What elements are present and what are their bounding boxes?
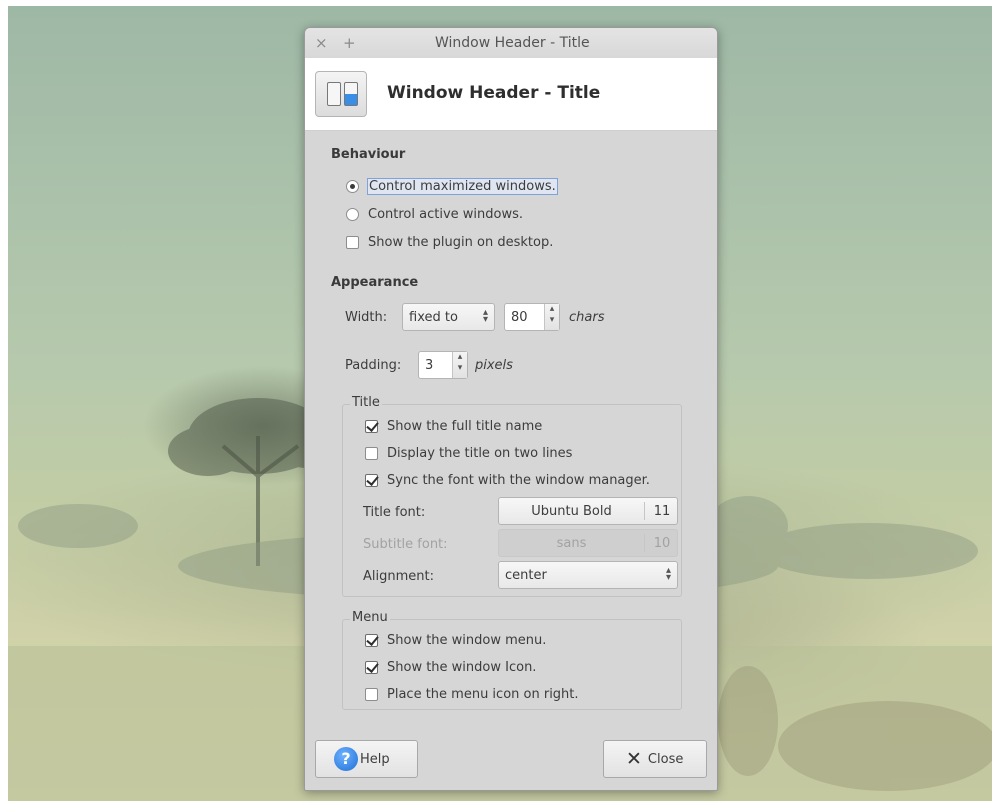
checkbox[interactable] <box>365 446 378 460</box>
checkbox[interactable] <box>365 473 378 487</box>
option-label: Sync the font with the window manager. <box>387 472 650 488</box>
title-font-label: Title font: <box>363 505 426 520</box>
chevron-updown-icon: ▴ ▾ <box>482 307 488 325</box>
radio-button[interactable] <box>346 207 359 221</box>
window-title: Window Header - Title <box>435 35 590 51</box>
font-size: 11 <box>653 504 671 519</box>
width-label: Width: <box>345 310 388 325</box>
radio-control-maximized[interactable]: Control maximized windows. <box>346 176 558 196</box>
appearance-heading: Appearance <box>331 275 419 290</box>
width-mode-combo[interactable]: fixed to ▴ ▾ <box>402 303 495 331</box>
option-label: Show the window menu. <box>387 632 547 648</box>
font-name: Ubuntu Bold <box>531 504 612 519</box>
spinner-value: 80 <box>511 309 528 325</box>
checkbox-show-plugin-desktop[interactable]: Show the plugin on desktop. <box>346 232 553 252</box>
window-header-dialog: × + Window Header - Title Window Header … <box>304 27 718 791</box>
font-size: 10 <box>653 536 671 551</box>
radio-control-active[interactable]: Control active windows. <box>346 204 523 224</box>
padding-unit: pixels <box>475 358 513 373</box>
title-frame: Title Show the full title name Display t… <box>342 395 682 597</box>
close-icon: ✕ <box>626 748 642 770</box>
chevron-updown-icon: ▴ ▾ <box>665 565 671 583</box>
spin-arrows-icon[interactable]: ▴ ▾ <box>544 304 559 330</box>
checkbox[interactable] <box>365 660 378 674</box>
close-window-icon[interactable]: × <box>315 34 328 52</box>
alignment-label: Alignment: <box>363 569 434 584</box>
help-label: Help <box>360 751 390 767</box>
alignment-combo[interactable]: center ▴ ▾ <box>498 561 678 589</box>
checkbox[interactable] <box>346 235 359 249</box>
stick-window-icon[interactable]: + <box>343 34 356 52</box>
width-spinner[interactable]: 80 ▴ ▾ <box>504 303 560 331</box>
font-name: sans <box>556 536 587 551</box>
subtitle-font-label: Subtitle font: <box>363 537 448 552</box>
option-label: Display the title on two lines <box>387 445 573 461</box>
help-button[interactable]: ? Help <box>315 740 418 778</box>
option-label: Control maximized windows. <box>367 177 558 195</box>
menu-frame: Menu Show the window menu. Show the wind… <box>342 610 682 710</box>
checkbox-show-full-title[interactable]: Show the full title name <box>365 416 542 436</box>
option-label: Control active windows. <box>368 206 523 222</box>
option-label: Show the full title name <box>387 418 543 434</box>
behaviour-heading: Behaviour <box>331 147 406 162</box>
help-icon: ? <box>334 747 358 771</box>
checkbox-sync-font[interactable]: Sync the font with the window manager. <box>365 470 650 490</box>
toggle-switches-icon <box>315 71 367 117</box>
padding-label: Padding: <box>345 358 402 373</box>
combo-value: fixed to <box>409 309 458 325</box>
titlebar: × + Window Header - Title <box>305 28 717 59</box>
header-title: Window Header - Title <box>387 83 601 103</box>
close-label: Close <box>647 751 684 767</box>
combo-value: center <box>505 567 547 583</box>
radio-button[interactable] <box>346 179 359 193</box>
menu-frame-label: Menu <box>350 610 390 625</box>
dialog-header: Window Header - Title <box>305 58 717 131</box>
width-unit: chars <box>569 310 605 325</box>
checkbox-two-lines[interactable]: Display the title on two lines <box>365 443 572 463</box>
checkbox-show-window-icon[interactable]: Show the window Icon. <box>365 657 536 677</box>
title-font-button[interactable]: Ubuntu Bold 11 <box>498 497 678 525</box>
spin-arrows-icon[interactable]: ▴ ▾ <box>452 352 467 378</box>
subtitle-font-button: sans 10 <box>498 529 678 557</box>
option-label: Place the menu icon on right. <box>387 686 579 702</box>
checkbox-show-window-menu[interactable]: Show the window menu. <box>365 630 546 650</box>
padding-spinner[interactable]: 3 ▴ ▾ <box>418 351 468 379</box>
checkbox[interactable] <box>365 419 378 433</box>
option-label: Show the plugin on desktop. <box>368 234 554 250</box>
option-label: Show the window Icon. <box>387 659 537 675</box>
spinner-value: 3 <box>425 357 434 373</box>
checkbox[interactable] <box>365 633 378 647</box>
checkbox-menu-icon-right[interactable]: Place the menu icon on right. <box>365 684 579 704</box>
close-button[interactable]: ✕ Close <box>603 740 707 778</box>
title-frame-label: Title <box>350 395 382 410</box>
checkbox[interactable] <box>365 687 378 701</box>
